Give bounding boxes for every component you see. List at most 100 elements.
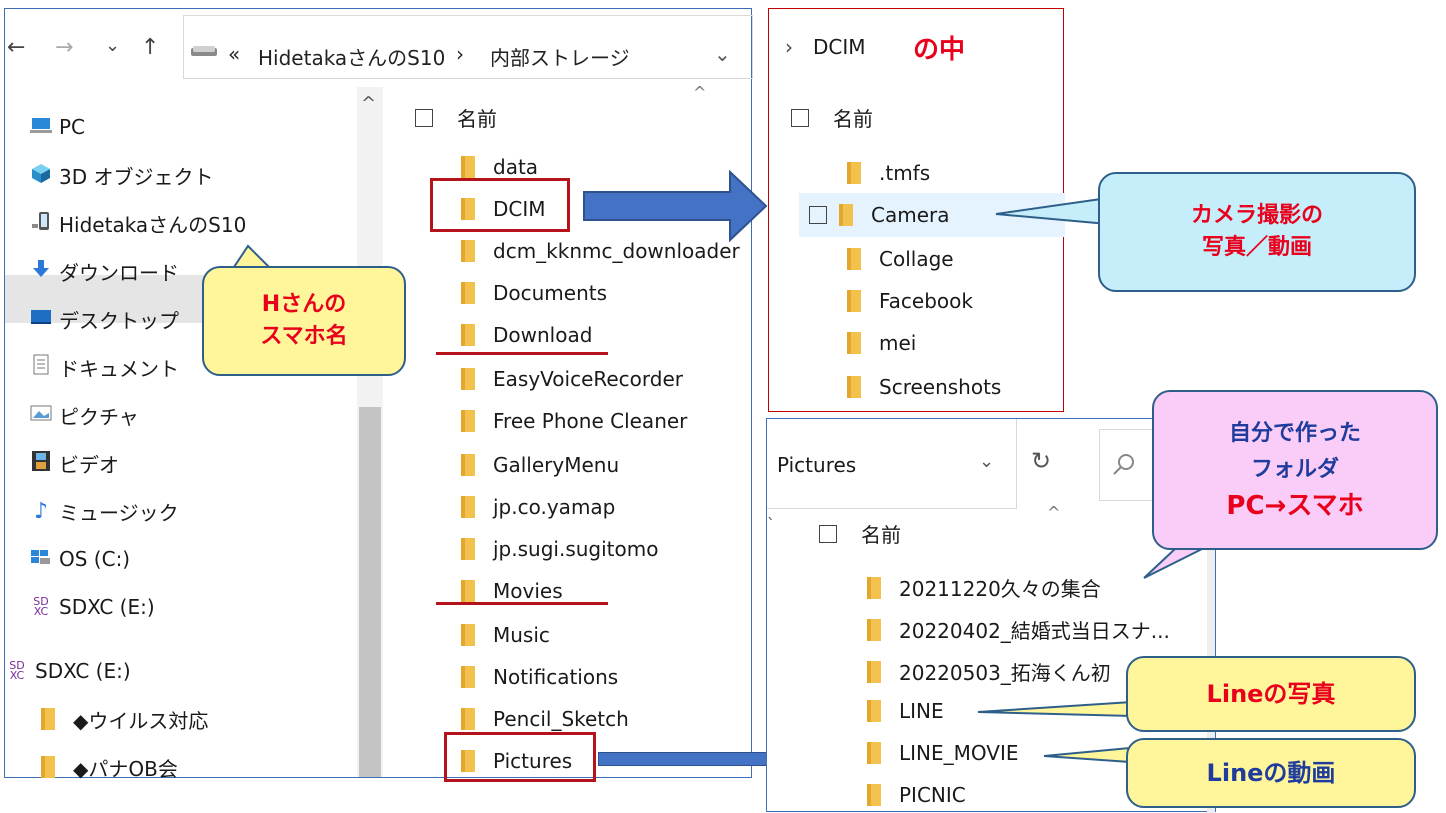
nav-item-pc[interactable]: PC: [29, 107, 85, 147]
folder-icon: [461, 496, 475, 518]
callout-line: スマホ名: [260, 324, 348, 349]
nav-item-os-drive[interactable]: OS (C:): [29, 539, 130, 579]
pc-icon: [29, 115, 53, 139]
nav-item-documents[interactable]: ドキュメント: [29, 347, 179, 387]
file-row-easyvoice[interactable]: EasyVoiceRecorder: [461, 367, 683, 391]
callout-line: カメラ撮影の: [1190, 203, 1323, 228]
folder-icon: [867, 660, 881, 683]
nav-label: ドキュメント: [59, 356, 179, 381]
dcim-window: › DCIM の中 名前 .tmfs Camera Collage Facebo…: [768, 8, 1065, 412]
file-row-data[interactable]: data: [461, 155, 538, 179]
sort-arrow-icon: ^: [1047, 503, 1061, 522]
file-row-sugitomo[interactable]: jp.sugi.sugitomo: [461, 537, 658, 561]
scroll-up-icon[interactable]: ^: [361, 93, 376, 114]
sd-card-icon: SD XC: [9, 659, 25, 682]
nav-item-desktop[interactable]: デスクトップ: [29, 299, 179, 339]
nav-item-music[interactable]: ♪ ミュージック: [29, 491, 179, 531]
file-row-gallerymenu[interactable]: GalleryMenu: [461, 453, 619, 477]
address-folder[interactable]: 内部ストレージ: [490, 42, 630, 71]
file-row-yamap[interactable]: jp.co.yamap: [461, 495, 615, 519]
nav-item-pictures[interactable]: ピクチャ: [29, 395, 139, 435]
forward-button[interactable]: →: [55, 35, 73, 60]
nav-item-pana-folder[interactable]: ◆パナOB会: [41, 747, 178, 787]
nav-pane-scrollbar[interactable]: ^: [357, 87, 383, 777]
pictures-row-20220503[interactable]: 20220503_拓海くん初: [867, 657, 1111, 686]
file-name: mei: [879, 331, 917, 355]
callout-line: Hさんの: [261, 292, 347, 317]
column-header-name[interactable]: 名前: [415, 103, 497, 132]
folder-icon: [41, 708, 55, 730]
file-name: Music: [493, 623, 550, 647]
drive-icon: [29, 547, 53, 571]
nav-label: ◆ウイルス対応: [73, 708, 209, 733]
callout-line: 写真／動画: [1201, 235, 1312, 260]
pictures-address-bar[interactable]: Pictures ⌄: [767, 419, 1017, 509]
folder-icon: [867, 742, 881, 764]
dcim-row-collage[interactable]: Collage: [847, 247, 954, 271]
dcim-row-camera[interactable]: Camera: [809, 203, 950, 227]
nav-item-videos[interactable]: ビデオ: [29, 443, 119, 483]
pictures-row-picnic[interactable]: PICNIC: [867, 783, 966, 807]
nav-label: ミュージック: [59, 500, 179, 525]
address-separator[interactable]: ›: [456, 42, 464, 66]
folder-icon: [847, 376, 861, 398]
file-name: PICNIC: [899, 783, 966, 807]
address-dropdown[interactable]: ⌄: [714, 42, 731, 66]
address-bar[interactable]: « HidetakaさんのS10 › 内部ストレージ ⌄: [183, 15, 753, 79]
address-overflow[interactable]: «: [228, 42, 240, 66]
file-row-download[interactable]: Download: [461, 323, 592, 347]
dcim-row-tmfs[interactable]: .tmfs: [847, 161, 930, 185]
folder-icon: [41, 756, 55, 778]
pictures-dropdown-icon[interactable]: ⌄: [979, 451, 994, 472]
nav-item-3d-objects[interactable]: 3D オブジェクト: [29, 155, 213, 195]
nav-label: ピクチャ: [59, 404, 139, 429]
folder-icon: [461, 282, 475, 304]
file-name: 20220503_拓海くん初: [899, 661, 1111, 685]
folder-icon: [461, 410, 475, 432]
select-all-checkbox[interactable]: [415, 108, 433, 127]
select-all-checkbox[interactable]: [819, 524, 837, 543]
pictures-column-header[interactable]: 名前: [819, 519, 901, 548]
pictures-row-line-movie[interactable]: LINE_MOVIE: [867, 741, 1019, 765]
dcim-column-header[interactable]: 名前: [791, 103, 873, 132]
callout-line: Lineの動画: [1206, 759, 1336, 787]
file-row-documents[interactable]: Documents: [461, 281, 607, 305]
file-row-notifications[interactable]: Notifications: [461, 665, 618, 689]
nav-label: ◆パナOB会: [73, 756, 178, 781]
pictures-row-line[interactable]: LINE: [867, 699, 944, 723]
up-button[interactable]: ↑: [141, 35, 159, 60]
address-device[interactable]: HidetakaさんのS10: [258, 42, 445, 71]
dcim-path[interactable]: DCIM: [813, 35, 866, 59]
dcim-row-screenshots[interactable]: Screenshots: [847, 375, 1001, 399]
file-row-pencil[interactable]: Pencil_Sketch: [461, 707, 629, 731]
select-all-checkbox[interactable]: [791, 108, 809, 127]
file-row-freephone[interactable]: Free Phone Cleaner: [461, 409, 687, 433]
nav-item-phone[interactable]: HidetakaさんのS10: [29, 203, 246, 243]
file-name: 20220402_結婚式当日スナ...: [899, 619, 1170, 643]
nav-label: OS (C:): [59, 547, 131, 571]
dcim-row-mei[interactable]: mei: [847, 331, 916, 355]
folder-icon: [839, 204, 853, 226]
nav-item-sdxc-2[interactable]: SD XC SDXC (E:): [5, 651, 130, 691]
callout-line: 自分で作った: [1228, 421, 1361, 446]
nav-item-sdxc-1[interactable]: SD XC SDXC (E:): [29, 587, 154, 627]
nav-label: 3D オブジェクト: [59, 164, 214, 189]
dcim-row-facebook[interactable]: Facebook: [847, 289, 973, 313]
path-chevron-icon: ›: [785, 35, 793, 59]
recent-locations-button[interactable]: ⌄: [105, 35, 120, 56]
scrollbar-thumb[interactable]: [359, 407, 381, 777]
music-icon: ♪: [33, 498, 49, 524]
desktop-icon: [29, 307, 53, 331]
back-button[interactable]: ←: [7, 35, 25, 60]
folder-icon: [867, 618, 881, 641]
nav-item-downloads[interactable]: ダウンロード: [29, 251, 179, 291]
pictures-row-20220402[interactable]: 20220402_結婚式当日スナ...: [867, 615, 1170, 644]
file-row-music[interactable]: Music: [461, 623, 550, 647]
pictures-row-20211220[interactable]: 20211220久々の集合: [867, 573, 1101, 602]
nav-label: ビデオ: [59, 452, 119, 477]
file-row-movies[interactable]: Movies: [461, 579, 563, 603]
camera-checkbox[interactable]: [809, 206, 827, 224]
column-header-label: 名前: [861, 523, 901, 547]
refresh-icon[interactable]: ↻: [1031, 447, 1051, 475]
nav-item-virus-folder[interactable]: ◆ウイルス対応: [41, 699, 208, 739]
